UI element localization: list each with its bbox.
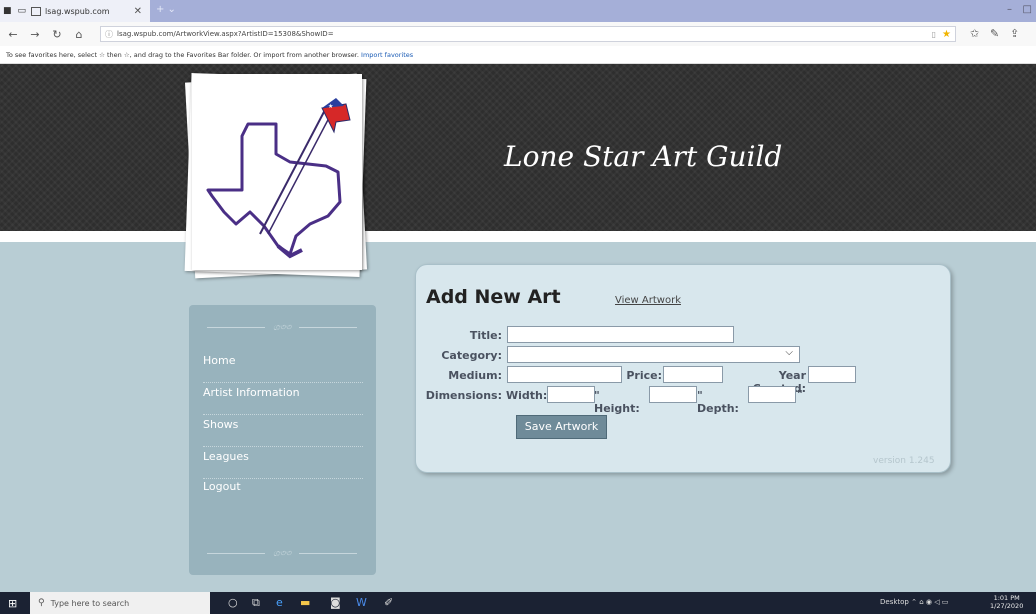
favorites-hint: To see favorites here, select ☆ then ☆, …: [6, 51, 359, 59]
cortana-icon[interactable]: ○: [228, 596, 238, 609]
address-bar[interactable]: ⓘ lsag.wspub.com/ArtworkView.aspx?Artist…: [100, 26, 956, 42]
title-label: Title:: [469, 329, 502, 342]
home-icon[interactable]: ⌂: [70, 28, 88, 41]
windows-start-icon[interactable]: ⊞: [8, 597, 17, 610]
header-divider: [0, 231, 1036, 242]
pen-icon[interactable]: ✎: [990, 27, 999, 40]
depth-label: " Depth:: [697, 389, 739, 415]
medium-label: Medium:: [448, 369, 502, 382]
file-explorer-icon[interactable]: ▬: [300, 596, 310, 609]
system-tray: Desktop ⌃ ⌂ ◉ ◁ ▭: [880, 598, 948, 606]
view-artwork-link[interactable]: View Artwork: [615, 295, 681, 306]
title-input[interactable]: [507, 326, 734, 343]
share-icon[interactable]: ⇪: [1010, 27, 1019, 40]
sidebar-item-shows[interactable]: Shows: [203, 415, 363, 447]
task-view-icon[interactable]: ⧉: [252, 596, 260, 610]
store-icon[interactable]: ◙: [330, 596, 341, 609]
window-control-icon[interactable]: □: [1023, 4, 1032, 15]
tab-title: lsag.wspub.com: [45, 6, 110, 16]
favorite-star-icon[interactable]: ★: [942, 29, 951, 40]
clock-date: 1/27/2020: [990, 602, 1024, 610]
sidebar-item-leagues[interactable]: Leagues: [203, 447, 363, 479]
word-icon[interactable]: W: [356, 596, 367, 609]
width-input[interactable]: [547, 386, 595, 403]
medium-input[interactable]: [507, 366, 622, 383]
sidebar-ornament-top: ශ৩৩: [207, 321, 358, 333]
new-tab-icon[interactable]: + ⌄: [156, 4, 176, 15]
favorites-icon[interactable]: ✩: [970, 27, 979, 40]
back-icon[interactable]: ←: [4, 28, 22, 41]
tab-actions-icon[interactable]: ■: [3, 6, 12, 16]
site-title: Lone Star Art Guild: [504, 140, 783, 173]
category-select[interactable]: ⌵: [507, 346, 800, 363]
edge-icon[interactable]: e: [276, 596, 283, 609]
price-input[interactable]: [663, 366, 723, 383]
desktop-label[interactable]: Desktop: [880, 598, 909, 606]
sidebar-ornament-bottom: ශ৩৩: [207, 547, 358, 559]
texas-palette-logo: ★: [206, 98, 351, 259]
browser-nav-bar: ← → ↻ ⌂ ⓘ lsag.wspub.com/ArtworkView.asp…: [0, 22, 1036, 46]
svg-text:★: ★: [328, 103, 333, 110]
depth-unit-label: ": [797, 388, 803, 401]
page-title: Add New Art: [426, 286, 561, 308]
tab-close-icon[interactable]: ✕: [134, 6, 142, 17]
reading-view-icon[interactable]: ▯: [932, 30, 936, 39]
browser-tab[interactable]: ■ ▭ lsag.wspub.com ✕: [0, 0, 150, 22]
address-url: lsag.wspub.com/ArtworkView.aspx?ArtistID…: [117, 30, 334, 38]
tab-preview-icon[interactable]: ▭: [18, 6, 27, 16]
favorites-bar: To see favorites here, select ☆ then ☆, …: [0, 46, 1036, 64]
windows-taskbar: ⊞ ⚲ Type here to search ○ ⧉ e ▬ ◙ W ✐ De…: [0, 592, 1036, 614]
forward-icon[interactable]: →: [26, 28, 44, 41]
chevron-down-icon: ⌵: [785, 347, 793, 358]
sidebar-item-artist-information[interactable]: Artist Information: [203, 383, 363, 415]
dimensions-label: Dimensions:: [425, 389, 502, 402]
category-label: Category:: [441, 349, 502, 362]
import-favorites-link[interactable]: Import favorites: [361, 51, 413, 59]
save-artwork-button[interactable]: Save Artwork: [516, 415, 607, 439]
clock-time: 1:01 PM: [993, 594, 1020, 602]
price-label: Price:: [626, 369, 662, 382]
height-input[interactable]: [649, 386, 697, 403]
page-favicon-icon: [31, 6, 42, 16]
pen-tool-icon[interactable]: ✐: [384, 596, 393, 609]
width-label: Width:: [506, 389, 548, 402]
tray-icons[interactable]: ⌃ ⌂ ◉ ◁ ▭: [911, 598, 948, 606]
taskbar-search-placeholder: Type here to search: [50, 598, 130, 608]
search-icon: ⚲: [38, 598, 45, 608]
sidebar-item-home[interactable]: Home: [203, 351, 363, 383]
version-text: version 1.245: [873, 456, 935, 466]
taskbar-clock[interactable]: 1:01 PM 1/27/2020: [990, 594, 1023, 610]
sidebar-nav: ශ৩৩ Home Artist Information Shows League…: [189, 305, 376, 575]
depth-input[interactable]: [748, 386, 796, 403]
year-created-input[interactable]: [808, 366, 856, 383]
browser-tab-bar: ■ ▭ lsag.wspub.com ✕ + ⌄ – □: [0, 0, 1036, 22]
height-label: " Height:: [594, 389, 640, 415]
taskbar-search[interactable]: ⚲ Type here to search: [30, 592, 210, 614]
refresh-icon[interactable]: ↻: [48, 28, 66, 41]
sidebar-item-logout[interactable]: Logout: [203, 477, 363, 509]
minimize-icon[interactable]: –: [1007, 4, 1012, 15]
site-info-icon[interactable]: ⓘ: [105, 29, 113, 40]
